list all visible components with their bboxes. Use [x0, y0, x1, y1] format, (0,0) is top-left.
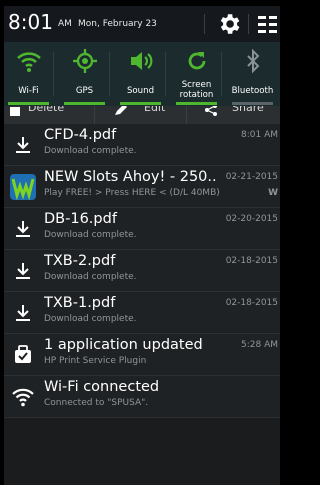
edit-action[interactable]: Edit — [144, 106, 165, 114]
qs-indicator — [232, 102, 273, 105]
status-bar: 8:01 AM Mon, February 23 — [4, 6, 280, 42]
notification-item[interactable]: Wi-Fi connected Connected to "SPUSA". — [4, 376, 280, 418]
notification-subtitle: Download complete. — [44, 230, 137, 240]
notification-item[interactable]: DB-16.pdf Download complete. 02-20-2015 — [4, 208, 280, 250]
action-divider — [186, 106, 187, 124]
notification-title: TXB-1.pdf — [44, 295, 116, 311]
pencil-icon[interactable] — [114, 106, 128, 116]
qs-label: Screen rotation — [179, 80, 214, 100]
wifi-icon — [12, 388, 34, 407]
wifi-icon — [17, 52, 41, 72]
qs-indicator — [176, 102, 217, 105]
notification-title: NEW Slots Ahoy! - 250.. — [44, 169, 217, 185]
qs-indicator — [8, 102, 49, 105]
qs-label: Wi-Fi — [18, 86, 39, 96]
phone-screen: 8:01 AM Mon, February 23 Wi-Fi GPS Sound… — [0, 0, 280, 485]
download-icon — [16, 221, 30, 237]
clock-date: Mon, February 23 — [78, 19, 157, 29]
qs-divider — [165, 52, 166, 96]
status-divider — [204, 14, 205, 34]
notification-subtitle: Download complete. — [44, 146, 137, 156]
share-icon[interactable] — [204, 106, 218, 116]
download-icon — [16, 263, 30, 279]
qs-tile-wifi[interactable]: Wi-Fi — [4, 42, 53, 106]
notification-title: 1 application updated — [44, 337, 203, 353]
delete-action[interactable]: Delete — [28, 106, 64, 114]
notification-title: CFD-4.pdf — [44, 127, 117, 143]
qs-tile-bluetooth[interactable]: Bluetooth — [228, 42, 277, 106]
notification-badge: W — [268, 188, 278, 198]
gps-icon — [73, 49, 97, 73]
qs-divider — [221, 52, 222, 96]
notification-title: DB-16.pdf — [44, 211, 117, 227]
download-icon — [16, 137, 30, 153]
trash-icon[interactable] — [8, 106, 22, 116]
qs-indicator — [120, 102, 161, 105]
qs-label: Bluetooth — [231, 86, 274, 96]
notification-item[interactable]: NEW Slots Ahoy! - 250.. Play FREE! > Pre… — [4, 166, 280, 208]
qs-label: Sound — [126, 86, 155, 96]
notification-subtitle: Download complete. — [44, 314, 137, 324]
notification-time: 02-18-2015 — [225, 298, 278, 308]
clock-ampm: AM — [58, 19, 72, 29]
action-divider — [94, 106, 95, 124]
qs-divider — [53, 52, 54, 96]
slots-app-icon — [10, 174, 36, 200]
sound-icon — [131, 52, 153, 70]
bluetooth-icon — [247, 48, 260, 74]
app-update-icon — [15, 345, 31, 363]
notification-item[interactable]: 1 application updated HP Print Service P… — [4, 334, 280, 376]
notification-item[interactable]: TXB-2.pdf Download complete. 02-18-2015 — [4, 250, 280, 292]
notification-title: Wi-Fi connected — [44, 379, 160, 395]
notification-title: TXB-2.pdf — [44, 253, 116, 269]
grid-icon[interactable] — [257, 14, 279, 36]
download-icon — [16, 305, 30, 321]
qs-tile-rotation[interactable]: Screen rotation — [172, 42, 221, 106]
notification-subtitle: Play FREE! > Press HERE < (D/L 40MB) — [44, 188, 220, 198]
notification-time: 5:28 AM — [241, 340, 278, 350]
quick-settings-panel: Wi-Fi GPS Sound Screen rotation Bluetoot… — [4, 42, 280, 106]
qs-tile-sound[interactable]: Sound — [116, 42, 165, 106]
notification-subtitle: HP Print Service Plugin — [44, 356, 147, 366]
notification-action-strip: Delete Edit Share — [4, 106, 280, 124]
qs-indicator — [64, 102, 105, 105]
notification-time: 02-18-2015 — [225, 256, 278, 266]
notification-shade: 8:01 AM Mon, February 23 Wi-Fi GPS Sound… — [4, 6, 280, 485]
notification-time: 02-20-2015 — [225, 214, 278, 224]
clock-time: 8:01 — [8, 10, 53, 34]
gear-icon[interactable] — [216, 11, 242, 37]
rotation-icon — [188, 52, 206, 70]
share-action[interactable]: Share — [232, 106, 264, 114]
qs-label: GPS — [75, 86, 94, 96]
qs-divider — [109, 52, 110, 96]
notification-item[interactable]: TXB-1.pdf Download complete. 02-18-2015 — [4, 292, 280, 334]
notification-subtitle: Download complete. — [44, 272, 137, 282]
notification-time: 02-21-2015 — [225, 172, 278, 182]
qs-tile-gps[interactable]: GPS — [60, 42, 109, 106]
notification-subtitle: Connected to "SPUSA". — [44, 398, 149, 408]
notification-item[interactable]: CFD-4.pdf Download complete. 8:01 AM — [4, 124, 280, 166]
status-divider — [248, 14, 249, 34]
notification-time: 8:01 AM — [241, 130, 278, 140]
